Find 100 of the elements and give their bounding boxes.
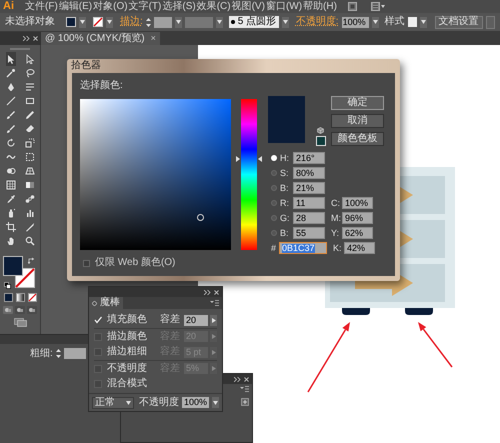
scale-icon[interactable] <box>24 138 34 148</box>
close-icon[interactable] <box>214 290 219 294</box>
dropdown-button[interactable] <box>420 16 427 28</box>
brush-icon[interactable] <box>6 110 16 120</box>
stroke-label[interactable]: 描边: <box>120 17 143 27</box>
hex-field[interactable]: 0B1C37 <box>279 242 327 254</box>
color-marker[interactable] <box>197 214 204 221</box>
hue-slider-thumb[interactable] <box>236 156 262 162</box>
stroke-swatch[interactable] <box>93 17 103 27</box>
mesh-icon[interactable] <box>6 180 16 190</box>
value-field[interactable]: 216° <box>293 152 325 164</box>
brush-field[interactable]: 5 点圆形 <box>228 16 279 28</box>
value-field[interactable]: 28 <box>293 212 325 224</box>
default-colors-icon[interactable] <box>4 282 11 289</box>
swap-icon[interactable] <box>28 257 35 264</box>
workspace-icon[interactable] <box>370 2 385 11</box>
stepper-icon[interactable] <box>146 16 151 28</box>
collapse-icon[interactable] <box>23 36 30 41</box>
menu-item[interactable]: 效果(C) <box>196 2 231 12</box>
dropdown-button[interactable] <box>212 397 219 408</box>
opacity-label[interactable]: 不透明度: <box>296 17 339 27</box>
dropdown-button[interactable] <box>106 16 113 28</box>
new-item-icon[interactable] <box>241 398 249 406</box>
stroke-weight-field[interactable] <box>154 16 172 28</box>
opacity-field[interactable]: 100% <box>182 397 209 408</box>
brush-icon[interactable] <box>6 124 16 134</box>
magic-wand-icon[interactable] <box>6 68 16 78</box>
menu-item[interactable]: 帮助(H) <box>303 2 337 12</box>
line-icon[interactable] <box>6 96 16 106</box>
close-button[interactable]: × <box>150 34 156 43</box>
radio-button[interactable] <box>271 170 277 176</box>
fill-swatch[interactable] <box>66 17 76 27</box>
pen-icon[interactable] <box>6 82 16 92</box>
artboard-icon[interactable] <box>6 222 16 232</box>
dialog-button[interactable]: 确定 <box>331 96 384 110</box>
panel-menu-icon[interactable] <box>240 386 249 392</box>
profile-field[interactable] <box>184 16 213 28</box>
gradient-icon[interactable] <box>24 180 34 190</box>
dropdown-button[interactable] <box>174 16 182 28</box>
blend-mode-dropdown[interactable]: 正常 <box>92 396 134 408</box>
value-field[interactable]: 62% <box>342 227 373 239</box>
bar-chart-icon[interactable] <box>24 208 34 218</box>
dashed-square-icon[interactable] <box>24 152 34 162</box>
opacity-field[interactable]: 100% <box>342 16 369 28</box>
blend-icon[interactable] <box>24 194 34 204</box>
dropdown-button[interactable] <box>79 16 86 28</box>
menu-item[interactable]: 编辑(E) <box>58 2 92 12</box>
value-field[interactable]: 55 <box>293 227 325 239</box>
menu-item[interactable]: 选择(S) <box>162 2 196 12</box>
radio-button[interactable] <box>271 200 277 206</box>
radio-button[interactable] <box>271 230 277 236</box>
dropdown-button[interactable] <box>216 16 223 28</box>
lines-icon[interactable] <box>24 82 34 92</box>
lasso-icon[interactable] <box>24 68 34 78</box>
none-mode-button[interactable] <box>28 293 36 302</box>
hand-icon[interactable] <box>6 236 16 246</box>
checkbox[interactable] <box>83 260 90 266</box>
color-field[interactable] <box>80 99 231 250</box>
value-field[interactable]: 21% <box>293 182 325 194</box>
knife-icon[interactable] <box>24 222 34 232</box>
radio-button[interactable] <box>271 155 277 161</box>
stepper-button[interactable] <box>210 314 217 326</box>
menu-item[interactable]: 窗口(W) <box>266 2 302 12</box>
hue-slider[interactable] <box>236 99 262 250</box>
dialog-button[interactable]: 颜色色板 <box>331 132 384 146</box>
dropdown-button[interactable] <box>372 16 379 28</box>
value-field[interactable]: 80% <box>293 167 325 179</box>
radio-button[interactable] <box>271 185 277 191</box>
document-setup-button[interactable]: 文档设置 <box>434 16 483 28</box>
stepper-icon[interactable] <box>56 348 61 359</box>
wave-icon[interactable] <box>6 152 16 162</box>
close-icon[interactable] <box>33 36 38 41</box>
panel-menu-icon[interactable] <box>210 300 219 306</box>
panel-tab[interactable]: 魔棒 <box>89 297 123 309</box>
pencil-icon[interactable] <box>24 110 34 120</box>
eraser-icon[interactable] <box>24 124 34 134</box>
checkbox[interactable] <box>94 380 102 388</box>
document-tab[interactable]: @ 100% (CMYK/预览) × <box>41 32 160 45</box>
rectangle-icon[interactable] <box>24 96 34 106</box>
cube-icon[interactable] <box>317 127 324 134</box>
close-icon[interactable] <box>244 376 249 382</box>
circles-icon[interactable] <box>6 166 16 176</box>
screen-mode-button[interactable] <box>14 318 26 327</box>
value-field[interactable]: 42% <box>344 242 375 254</box>
zoom-icon[interactable] <box>24 236 34 246</box>
dropdown-button[interactable] <box>282 16 289 28</box>
menu-item[interactable]: 文字(T) <box>128 2 162 12</box>
collapse-icon[interactable] <box>234 376 241 382</box>
rotate-icon[interactable] <box>6 138 16 148</box>
perspective-grid-icon[interactable] <box>24 166 34 176</box>
dialog-button[interactable]: 取消 <box>331 114 384 128</box>
fill-color-swatch[interactable] <box>3 256 23 276</box>
draw-mode-button[interactable] <box>15 306 25 314</box>
stroke-weight-field[interactable] <box>64 348 86 359</box>
value-field[interactable]: 96% <box>342 212 373 224</box>
color-mode-button[interactable] <box>4 293 12 302</box>
tolerance-field[interactable]: 20 <box>184 314 208 326</box>
menu-item[interactable]: 文件(F) <box>25 2 58 12</box>
value-field[interactable]: 11 <box>293 197 325 209</box>
menu-item[interactable]: 视图(V) <box>232 2 265 12</box>
